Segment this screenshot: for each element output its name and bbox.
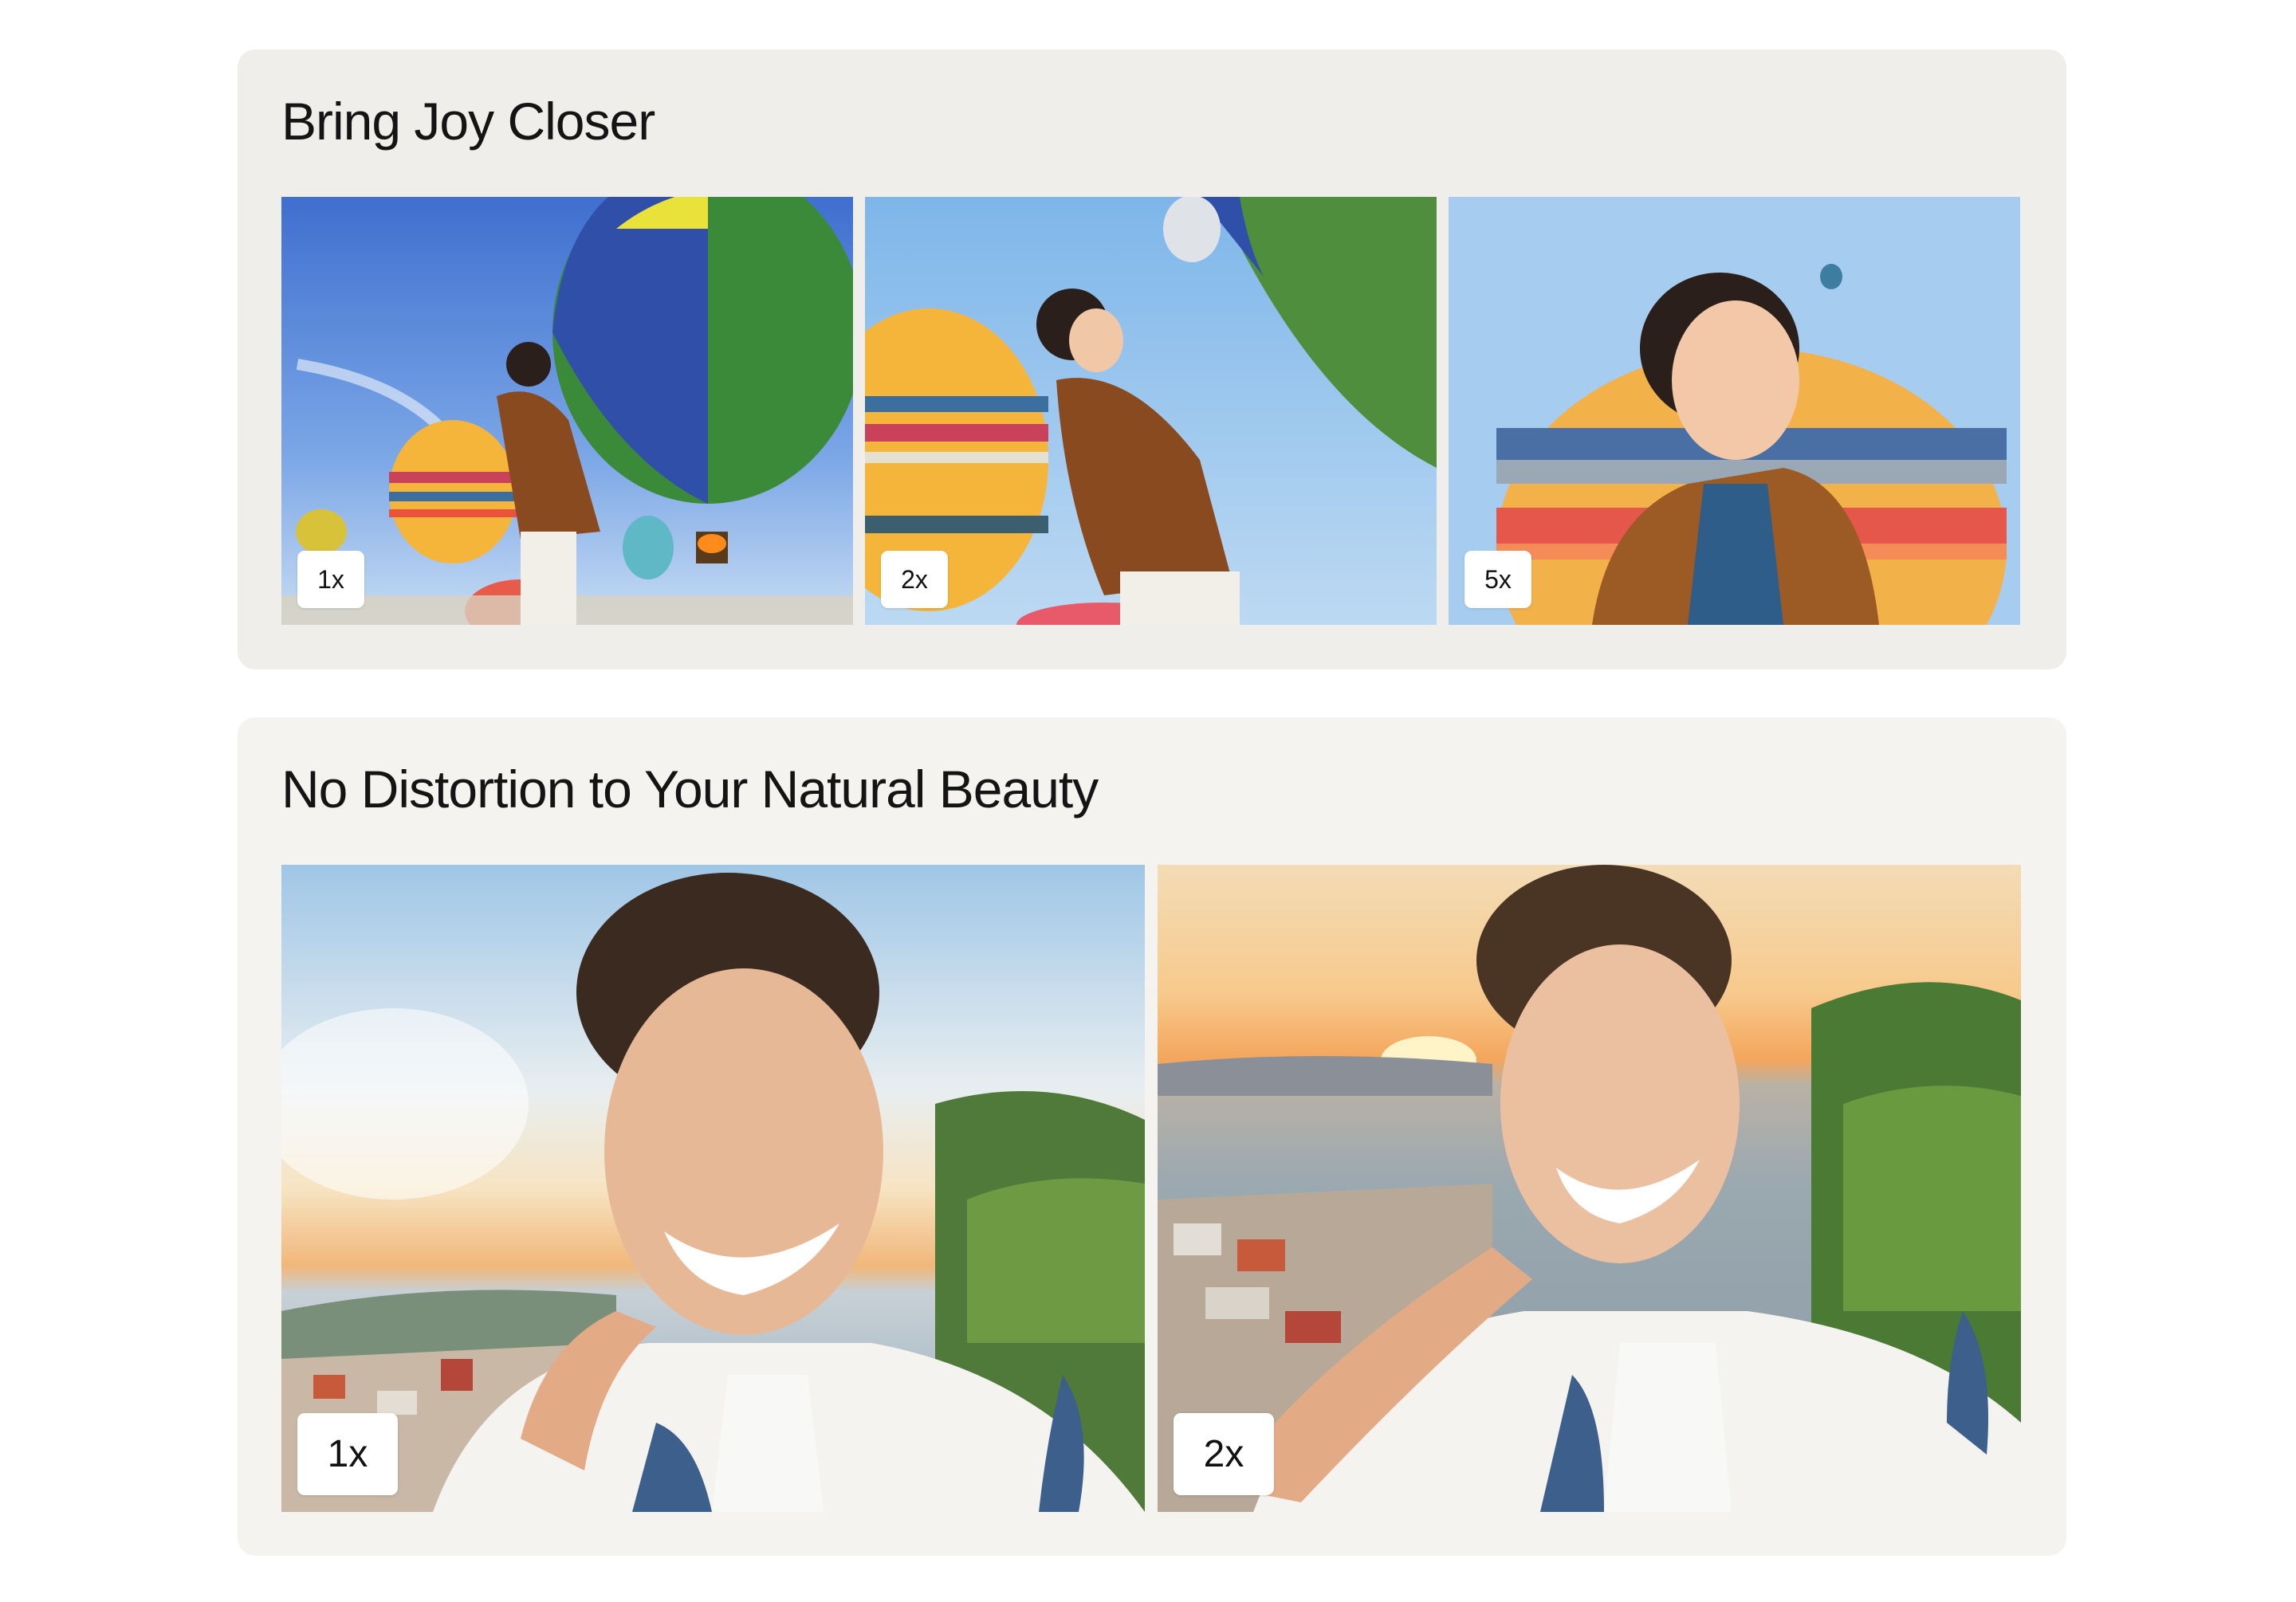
zoom-badge[interactable]: 1x [297,1413,398,1495]
section-title: No Distortion to Your Natural Beauty [281,760,1099,819]
selfie-photo-image [281,865,1145,1512]
balloon-photo-image [1449,197,2020,625]
zoom-badge[interactable]: 2x [1174,1413,1274,1495]
photo-zoom-1x[interactable]: 1x [281,865,1145,1512]
photo-zoom-1x[interactable]: 1x [281,197,853,625]
section-title: Bring Joy Closer [281,92,655,151]
balloon-photo-image [281,197,853,625]
balloon-photo-image [865,197,1437,625]
zoom-badge[interactable]: 2x [881,551,948,608]
section-bring-joy-closer: Bring Joy Closer 1x 2x 5x [238,49,2066,669]
zoom-badge[interactable]: 5x [1464,551,1531,608]
zoom-badge[interactable]: 1x [297,551,364,608]
photo-zoom-5x[interactable]: 5x [1449,197,2020,625]
selfie-photo-image [1158,865,2021,1512]
photo-zoom-2x[interactable]: 2x [865,197,1437,625]
photo-zoom-2x[interactable]: 2x [1158,865,2021,1512]
section-no-distortion: No Distortion to Your Natural Beauty 1x … [238,717,2066,1556]
